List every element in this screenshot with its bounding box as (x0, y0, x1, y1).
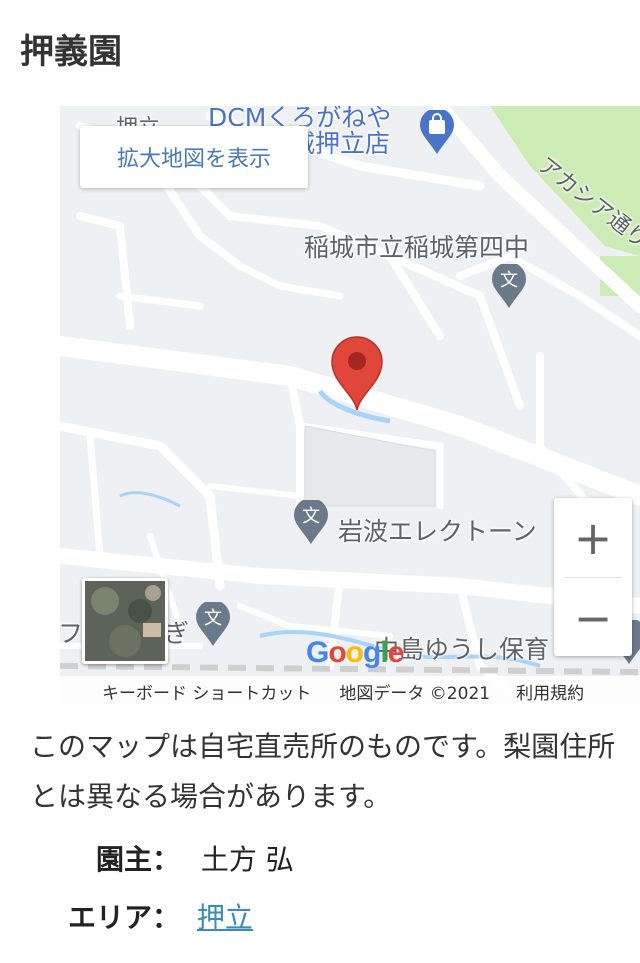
area-row: エリア： 押立 (20, 896, 253, 936)
poi-partial-label: フ (60, 619, 84, 648)
owner-value: 土方 弘 (200, 843, 294, 876)
svg-text:文: 文 (500, 270, 518, 291)
zoom-out-button[interactable]: − (554, 578, 632, 657)
svg-text:文: 文 (204, 608, 222, 629)
svg-text:文: 文 (302, 506, 320, 527)
google-logo: Google (306, 636, 404, 669)
zoom-in-button[interactable]: + (554, 498, 632, 577)
area-link[interactable]: 押立 (197, 901, 253, 934)
location-marker-icon[interactable] (330, 336, 384, 412)
poi-piano-label[interactable]: 岩波エレクトーン (338, 512, 537, 548)
satellite-view-thumbnail[interactable] (82, 578, 168, 664)
shopping-bag-icon[interactable] (418, 110, 456, 156)
satellite-image (85, 581, 165, 661)
terms-link[interactable]: 利用規約 (516, 679, 584, 704)
embedded-map[interactable]: 押立 DCMくろがねや 城押立店 アカシア通り 拡大地図を表示 稲城市立稲城第四… (60, 106, 640, 706)
map-attribution-bar: キーボード ショートカット 地図データ ©2021 利用規約 (60, 676, 640, 706)
school-icon[interactable]: 文 (490, 264, 528, 310)
owner-label: 園主： (95, 843, 180, 876)
page-title: 押義園 (20, 32, 122, 72)
school-icon-2[interactable]: 文 (194, 602, 232, 648)
owner-row: 園主： 土方 弘 (20, 838, 294, 878)
area-label: エリア： (67, 901, 180, 934)
map-data-credit: 地図データ ©2021 (339, 683, 491, 704)
poi-school-label[interactable]: 稲城市立稲城第四中 (304, 228, 529, 264)
map-notice: このマップは自宅直売所のものです。梨園住所とは異なる場合があります。 (30, 730, 616, 813)
zoom-controls: + − (554, 498, 632, 656)
keyboard-shortcuts-link[interactable]: キーボード ショートカット (102, 679, 311, 704)
piano-school-icon[interactable]: 文 (292, 500, 330, 546)
enlarge-map-button[interactable]: 拡大地図を表示 (80, 126, 308, 188)
